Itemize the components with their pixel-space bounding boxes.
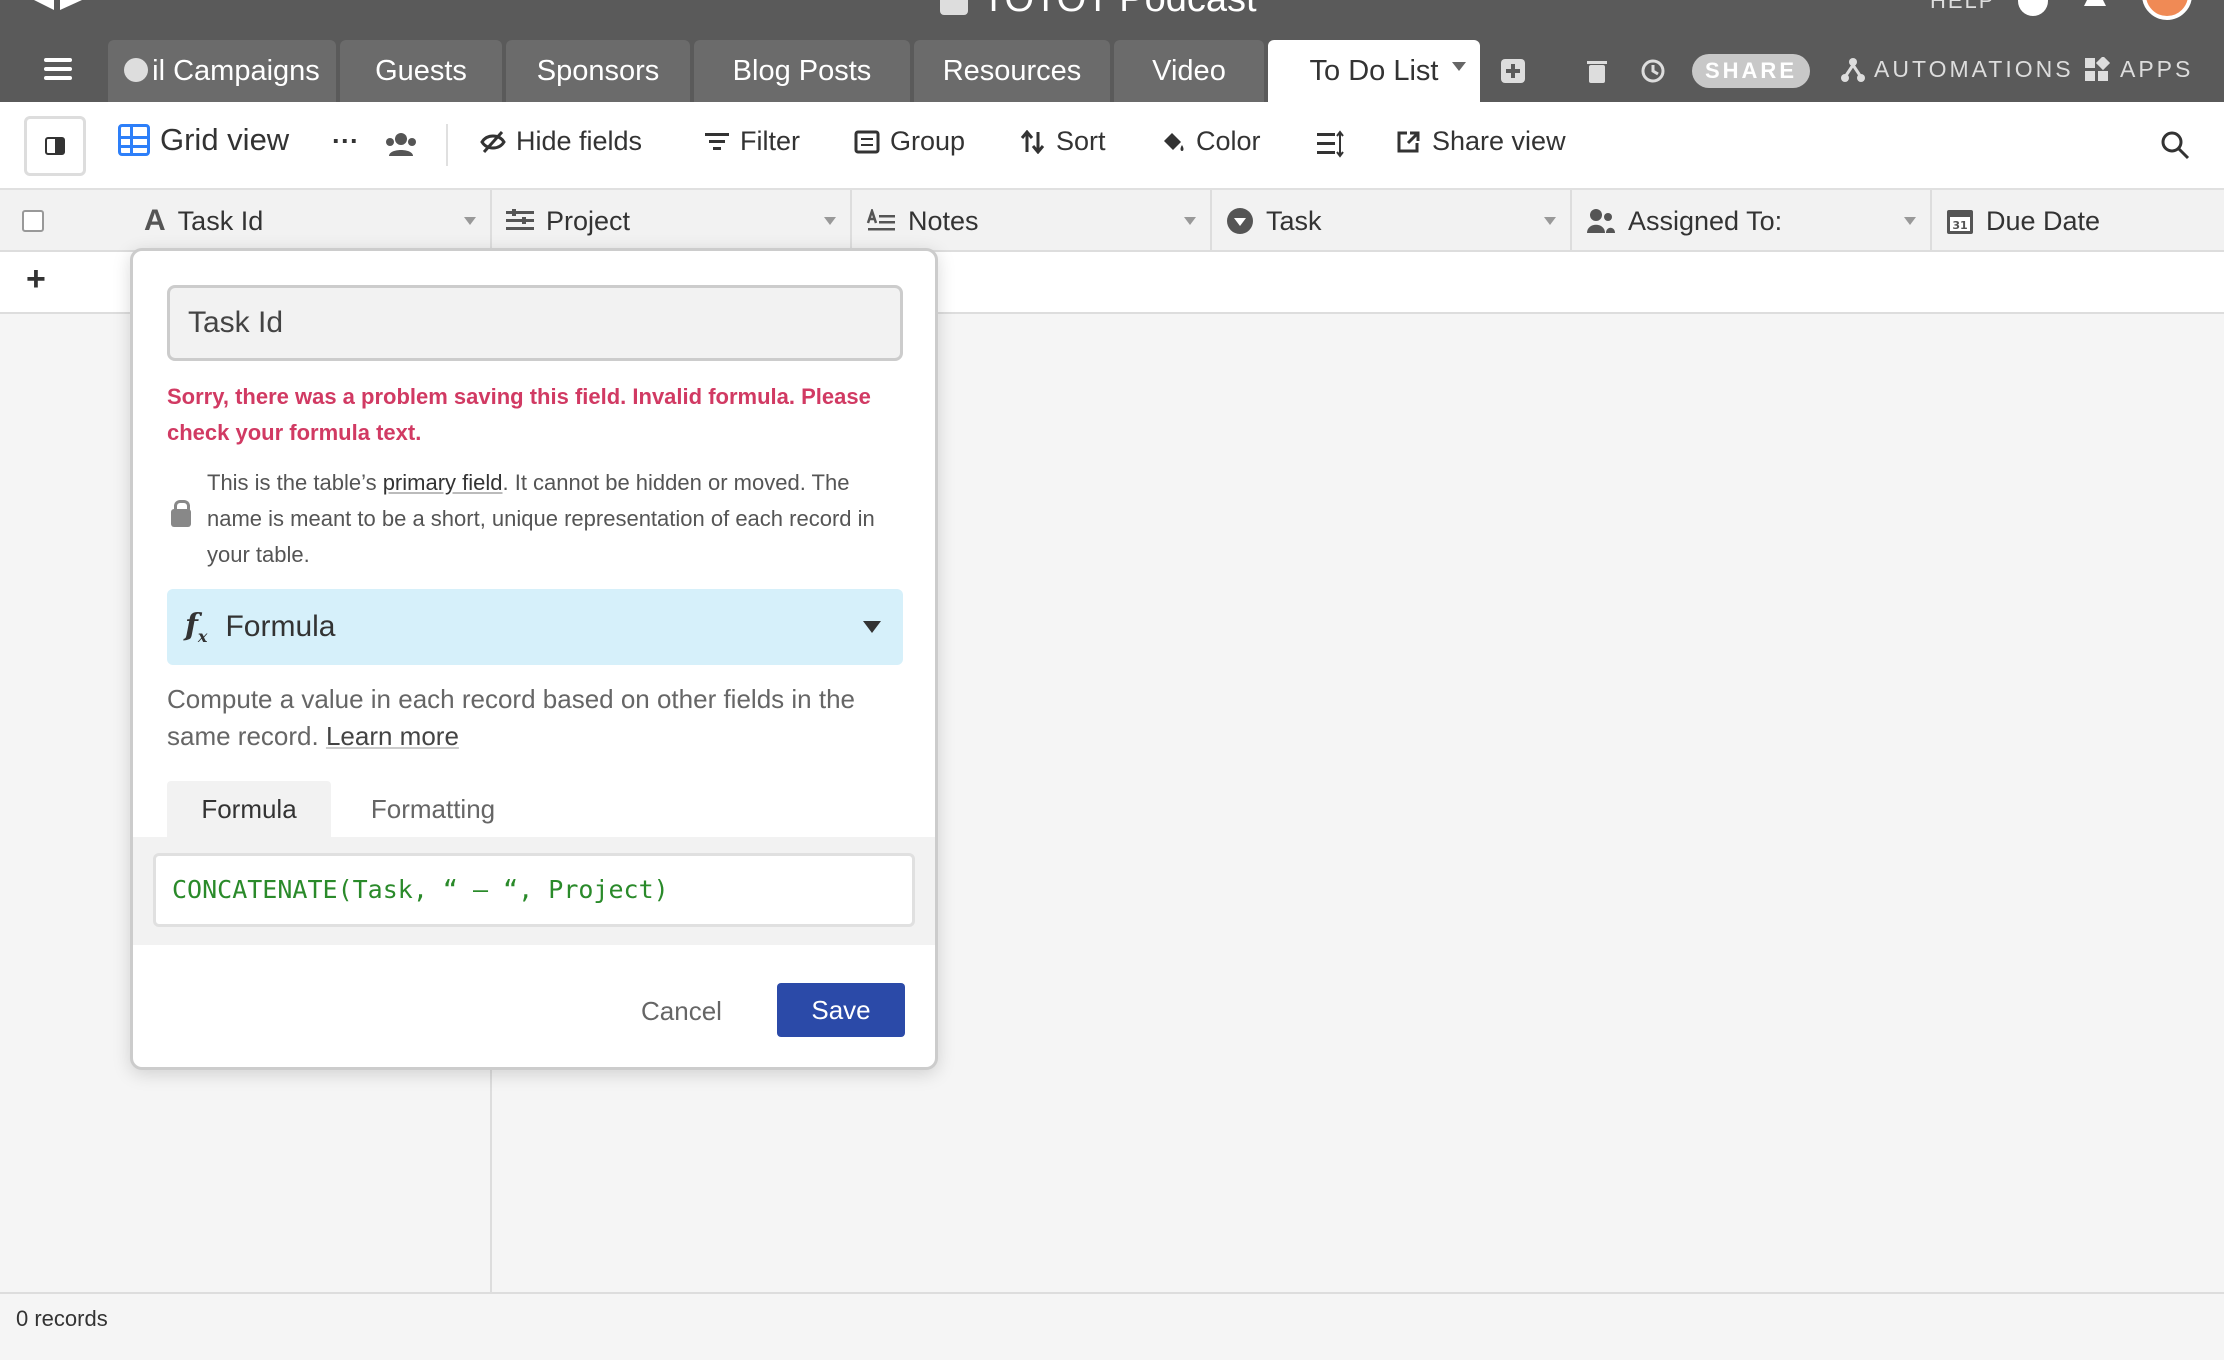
field-name-input[interactable] bbox=[167, 285, 903, 361]
select-all-checkbox[interactable] bbox=[22, 210, 44, 232]
group-button[interactable]: Group bbox=[854, 126, 965, 157]
toolbar-divider bbox=[446, 124, 448, 166]
field-editor-dialog: Sorry, there was a problem saving this f… bbox=[130, 248, 938, 1070]
formula-icon: fx bbox=[185, 608, 208, 646]
column-header-task-id[interactable]: A Task Id bbox=[130, 190, 492, 252]
save-button[interactable]: Save bbox=[777, 983, 905, 1037]
filter-button[interactable]: Filter bbox=[704, 126, 800, 157]
add-table-icon[interactable] bbox=[1500, 58, 1526, 84]
tab-formula[interactable]: Formula bbox=[167, 781, 331, 837]
column-header-assigned-to[interactable]: Assigned To: bbox=[1572, 190, 1932, 252]
linked-record-icon bbox=[506, 209, 534, 230]
error-message: Sorry, there was a problem saving this f… bbox=[167, 384, 871, 445]
tab-blog-posts[interactable]: Blog Posts bbox=[694, 40, 910, 102]
column-menu-icon[interactable] bbox=[1904, 217, 1916, 225]
table-tabs: il Campaigns Guests Sponsors Blog Posts … bbox=[0, 40, 2224, 102]
column-menu-icon[interactable] bbox=[1184, 217, 1196, 225]
view-menu-button[interactable]: ··· bbox=[332, 126, 359, 157]
bell-icon[interactable] bbox=[2080, 0, 2110, 12]
record-count: 0 records bbox=[16, 1306, 108, 1331]
automations-button[interactable]: AUTOMATIONS bbox=[1840, 56, 2074, 83]
calendar-icon: 31 bbox=[1947, 210, 1973, 234]
avatar[interactable] bbox=[2142, 0, 2192, 20]
view-toolbar: Grid view ··· Hide fields Filter Group S… bbox=[0, 102, 2224, 190]
svg-text:31: 31 bbox=[1952, 219, 1967, 232]
help-icon[interactable] bbox=[2018, 0, 2048, 16]
collaborators-icon[interactable] bbox=[384, 132, 418, 158]
search-icon[interactable] bbox=[2160, 130, 2190, 160]
column-header-task[interactable]: Task bbox=[1212, 190, 1572, 252]
row-height-icon[interactable] bbox=[1316, 130, 1344, 158]
grid-view-icon bbox=[118, 124, 150, 156]
tab-resources[interactable]: Resources bbox=[914, 40, 1110, 102]
filter-icon bbox=[705, 132, 729, 150]
hide-fields-button[interactable]: Hide fields bbox=[480, 126, 642, 157]
share-view-icon bbox=[1397, 131, 1420, 152]
collaborator-field-icon bbox=[1587, 209, 1615, 233]
sort-button[interactable]: Sort bbox=[1020, 126, 1106, 157]
formula-subtabs: Formula Formatting bbox=[133, 781, 935, 837]
tab-sponsors[interactable]: Sponsors bbox=[506, 40, 690, 102]
automations-icon bbox=[1841, 57, 1865, 82]
menu-icon[interactable] bbox=[44, 58, 72, 80]
apps-icon bbox=[2085, 56, 2111, 81]
apps-button[interactable]: APPS bbox=[2084, 56, 2193, 83]
sidebar-toggle-button[interactable] bbox=[24, 116, 86, 176]
tab-guests[interactable]: Guests bbox=[340, 40, 502, 102]
share-view-button[interactable]: Share view bbox=[1396, 126, 1566, 157]
tab-campaigns[interactable]: il Campaigns bbox=[108, 40, 336, 102]
formula-input[interactable]: CONCATENATE(Task, “ – “, Project) bbox=[153, 853, 915, 927]
learn-more-link[interactable]: Learn more bbox=[326, 721, 459, 751]
add-record-icon[interactable]: + bbox=[26, 260, 46, 299]
field-type-select[interactable]: fx Formula bbox=[167, 589, 903, 665]
primary-field-link[interactable]: primary field bbox=[383, 470, 503, 495]
lock-icon bbox=[171, 500, 191, 527]
scroll-left-icon[interactable] bbox=[124, 58, 149, 83]
view-switcher[interactable]: Grid view bbox=[118, 122, 289, 158]
column-header-due-date[interactable]: 31 Due Date bbox=[1932, 190, 2224, 252]
base-title[interactable]: TOTOT Podcast bbox=[940, 0, 1257, 21]
group-icon bbox=[854, 130, 880, 153]
column-menu-icon[interactable] bbox=[824, 217, 836, 225]
cancel-button[interactable]: Cancel bbox=[641, 985, 722, 1037]
formula-section: CONCATENATE(Task, “ – “, Project) bbox=[133, 837, 935, 945]
single-select-icon bbox=[1227, 208, 1253, 234]
column-header-project[interactable]: Project bbox=[492, 190, 852, 252]
tab-formatting[interactable]: Formatting bbox=[341, 781, 525, 837]
airtable-logo-icon[interactable] bbox=[30, 0, 86, 12]
sort-icon bbox=[1020, 129, 1045, 154]
tab-video[interactable]: Video bbox=[1114, 40, 1264, 102]
field-type-description: Compute a value in each record based on … bbox=[167, 684, 855, 751]
tab-to-do-list[interactable]: To Do List bbox=[1268, 40, 1480, 102]
trash-icon[interactable] bbox=[1584, 58, 1610, 84]
chevron-down-icon bbox=[863, 621, 881, 633]
paint-bucket-icon bbox=[1164, 132, 1184, 151]
primary-field-note: This is the table’s primary field. It ca… bbox=[207, 470, 875, 567]
top-bar: TOTOT Podcast HELP il Campaigns Guests S… bbox=[0, 0, 2224, 102]
share-button[interactable]: SHARE bbox=[1692, 54, 1810, 88]
base-emoji-icon bbox=[940, 0, 968, 15]
hide-fields-icon bbox=[480, 130, 506, 153]
history-icon[interactable] bbox=[1640, 58, 1666, 84]
help-link[interactable]: HELP bbox=[1930, 0, 1995, 14]
tab-menu-caret-icon[interactable] bbox=[1452, 62, 1466, 71]
sidebar-icon bbox=[45, 137, 65, 155]
column-header-notes[interactable]: Notes bbox=[852, 190, 1212, 252]
color-button[interactable]: Color bbox=[1160, 126, 1261, 157]
grid-footer: 0 records bbox=[0, 1292, 2224, 1360]
column-menu-icon[interactable] bbox=[1544, 217, 1556, 225]
column-menu-icon[interactable] bbox=[464, 217, 476, 225]
long-text-icon bbox=[866, 209, 895, 231]
text-field-icon: A bbox=[144, 204, 166, 237]
grid-header: A Task Id Project Notes Task Assigned To:… bbox=[0, 190, 2224, 252]
